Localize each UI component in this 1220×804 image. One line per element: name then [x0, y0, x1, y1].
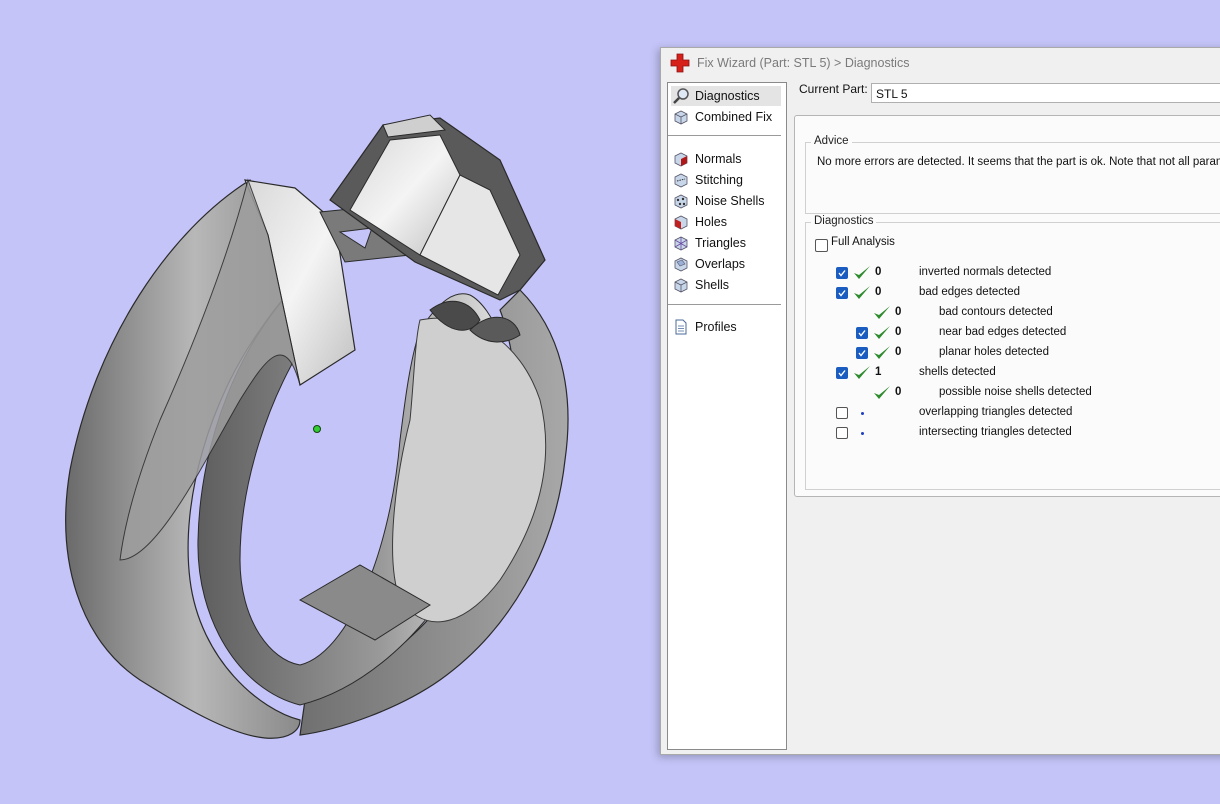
full-analysis-label[interactable]: Full Analysis [831, 236, 895, 248]
row-label: shells detected [919, 366, 996, 378]
sidebar-item-label: Triangles [695, 236, 746, 250]
row-count: 1 [875, 366, 882, 378]
row-label: planar holes detected [939, 346, 1049, 358]
current-part-field[interactable]: STL 5 [871, 83, 1220, 103]
cube-icon [671, 107, 691, 127]
diagnostic-row: overlapping triangles detected [795, 404, 1220, 424]
triangles-cube-icon [671, 233, 691, 253]
diagnostic-row: 0 near bad edges detected [795, 324, 1220, 344]
holes-cube-icon [671, 212, 691, 232]
diagnostic-row: 0 bad contours detected [795, 304, 1220, 324]
document-icon [671, 317, 691, 337]
magnifier-icon [671, 86, 691, 106]
green-check-icon [874, 306, 890, 319]
sidebar-item-triangles[interactable]: Triangles [671, 233, 781, 253]
diagnostic-row: intersecting triangles detected [795, 424, 1220, 444]
sidebar: Diagnostics Combined Fix Normals Stitchi… [667, 82, 787, 750]
sidebar-item-combined-fix[interactable]: Combined Fix [671, 107, 781, 127]
fix-wizard-dialog: Fix Wizard (Part: STL 5) > Diagnostics D… [660, 47, 1220, 755]
normals-cube-icon [671, 149, 691, 169]
shells-cube-icon [671, 275, 691, 295]
sidebar-item-noise-shells[interactable]: Noise Shells [671, 191, 781, 211]
sidebar-item-label: Noise Shells [695, 194, 765, 208]
window-title: Fix Wizard (Part: STL 5) > Diagnostics [697, 56, 910, 70]
advice-text: No more errors are detected. It seems th… [817, 156, 1220, 168]
sidebar-item-label: Overlaps [695, 257, 746, 271]
row-count: 0 [895, 306, 902, 318]
green-check-icon [854, 286, 870, 299]
row-count: 0 [895, 346, 902, 358]
diagnostic-row: 0 bad edges detected [795, 284, 1220, 304]
green-check-icon [874, 386, 890, 399]
sidebar-divider [668, 304, 781, 305]
diagnostic-row: 1 shells detected [795, 364, 1220, 384]
status-dot-icon [861, 412, 864, 415]
row-label: bad contours detected [939, 306, 1053, 318]
current-part-label: Current Part: [799, 82, 868, 96]
row-checkbox[interactable] [836, 287, 848, 299]
row-label: intersecting triangles detected [919, 426, 1072, 438]
row-checkbox[interactable] [836, 367, 848, 379]
row-count: 0 [895, 386, 902, 398]
title-bar[interactable]: Fix Wizard (Part: STL 5) > Diagnostics [661, 48, 1220, 78]
sidebar-item-profiles[interactable]: Profiles [671, 317, 781, 337]
diagnostic-row: 0 inverted normals detected [795, 264, 1220, 284]
sidebar-item-label: Diagnostics [695, 89, 760, 103]
sidebar-item-holes[interactable]: Holes [671, 212, 781, 232]
overlaps-cube-icon [671, 254, 691, 274]
sidebar-item-label: Stitching [695, 173, 743, 187]
row-checkbox[interactable] [836, 407, 848, 419]
status-dot-icon [861, 432, 864, 435]
green-check-icon [874, 326, 890, 339]
row-label: inverted normals detected [919, 266, 1052, 278]
row-label: possible noise shells detected [939, 386, 1092, 398]
sidebar-item-normals[interactable]: Normals [671, 149, 781, 169]
sidebar-item-label: Combined Fix [695, 110, 773, 124]
green-check-icon [854, 366, 870, 379]
sidebar-item-label: Shells [695, 278, 730, 292]
row-count: 0 [875, 286, 882, 298]
full-analysis-checkbox[interactable] [815, 239, 828, 252]
row-count: 0 [875, 266, 882, 278]
diagnostics-title: Diagnostics [811, 215, 877, 227]
row-checkbox[interactable] [856, 347, 868, 359]
advice-title: Advice [811, 135, 852, 147]
row-checkbox[interactable] [856, 327, 868, 339]
row-label: overlapping triangles detected [919, 406, 1073, 418]
diagnostic-row: 0 possible noise shells detected [795, 384, 1220, 404]
green-check-icon [854, 266, 870, 279]
sidebar-item-label: Profiles [695, 320, 737, 334]
row-label: bad edges detected [919, 286, 1021, 298]
sidebar-item-shells[interactable]: Shells [671, 275, 781, 295]
row-count: 0 [895, 326, 902, 338]
sidebar-item-stitching[interactable]: Stitching [671, 170, 781, 190]
row-checkbox[interactable] [836, 427, 848, 439]
sidebar-item-label: Normals [695, 152, 742, 166]
sidebar-item-overlaps[interactable]: Overlaps [671, 254, 781, 274]
noise-shells-icon [671, 191, 691, 211]
sidebar-divider [668, 135, 781, 136]
sidebar-item-label: Holes [695, 215, 727, 229]
advice-group [805, 142, 1220, 214]
row-checkbox[interactable] [836, 267, 848, 279]
red-cross-icon [670, 53, 690, 73]
green-check-icon [874, 346, 890, 359]
sidebar-item-diagnostics[interactable]: Diagnostics [671, 86, 781, 106]
row-label: near bad edges detected [939, 326, 1067, 338]
diagnostic-row: 0 planar holes detected [795, 344, 1220, 364]
stitching-cube-icon [671, 170, 691, 190]
diagnostics-panel: Advice No more errors are detected. It s… [794, 115, 1220, 497]
